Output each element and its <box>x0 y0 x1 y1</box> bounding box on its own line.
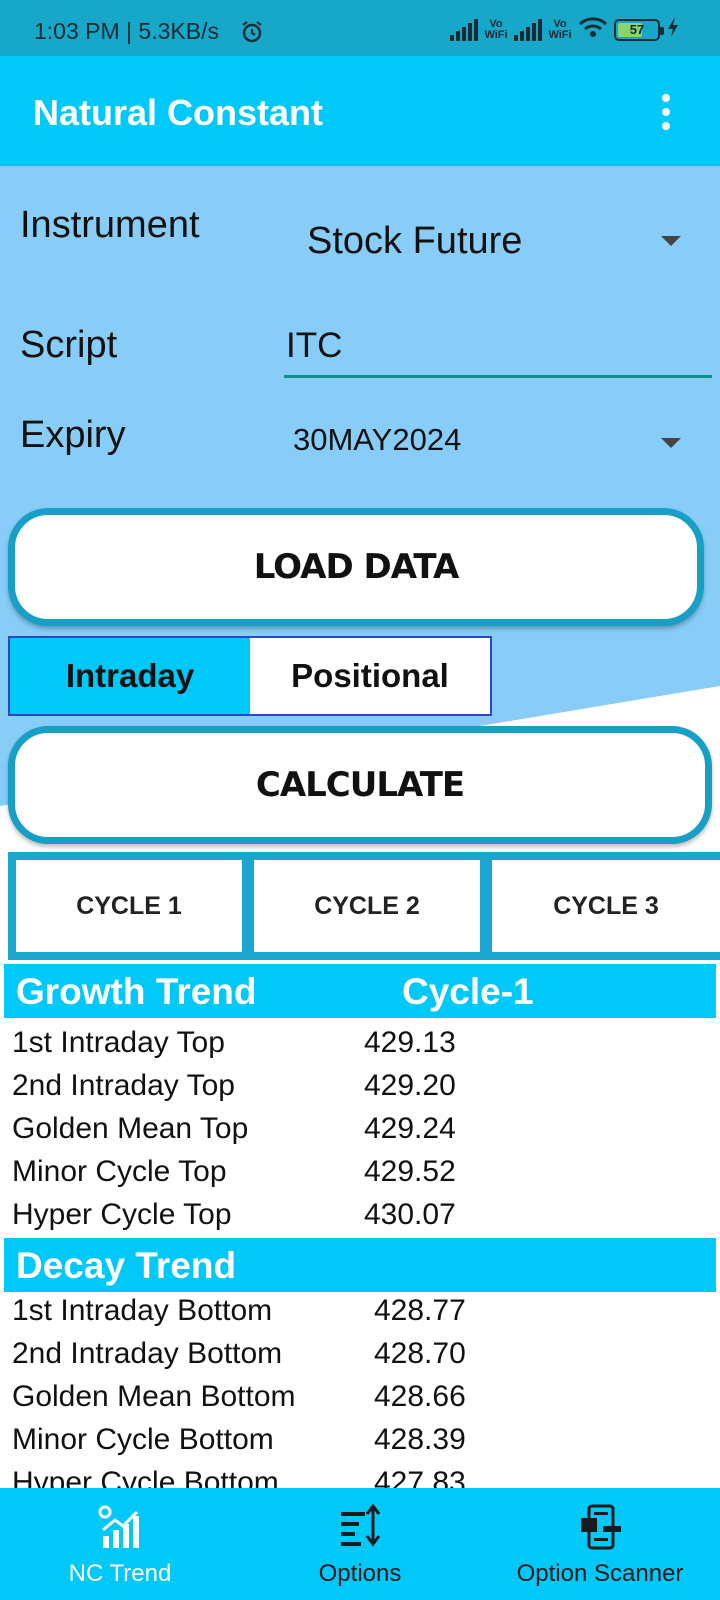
scanner-icon <box>581 1504 621 1550</box>
charging-icon <box>666 16 680 43</box>
decay-trend-title: Decay Trend <box>16 1245 237 1286</box>
signal-icon <box>450 18 478 41</box>
tab-intraday[interactable]: Intraday <box>10 638 250 714</box>
row-value: 430.07 <box>364 1198 456 1231</box>
load-data-button[interactable]: LOAD DATA <box>8 508 704 626</box>
row-label: Golden Mean Top <box>12 1112 249 1145</box>
vowifi-label-2: Vo WiFi <box>548 17 572 41</box>
overflow-menu-icon[interactable] <box>656 94 676 130</box>
status-time: 1:03 PM | 5.3KB/s <box>34 18 219 44</box>
nav-option-scanner[interactable]: Option Scanner <box>480 1488 720 1600</box>
trend-chart-icon <box>98 1505 139 1548</box>
status-icons: Vo WiFi Vo WiFi 57 <box>450 16 680 43</box>
row-label: 1st Intraday Top <box>12 1026 225 1059</box>
list-item: 1st Intraday Bottom 428.77 <box>12 1294 712 1336</box>
cycle-label: Cycle-1 <box>402 971 534 1012</box>
tab-cycle-2[interactable]: CYCLE 2 <box>254 860 480 952</box>
list-item: Golden Mean Bottom 428.66 <box>12 1380 712 1422</box>
row-value: 428.39 <box>374 1423 466 1456</box>
tab-cycle-3[interactable]: CYCLE 3 <box>492 860 720 952</box>
nav-options[interactable]: Options <box>240 1488 480 1600</box>
row-value: 429.24 <box>364 1112 456 1145</box>
cycle-tabs: CYCLE 1 CYCLE 2 CYCLE 3 <box>8 852 720 960</box>
row-value: 429.52 <box>364 1155 456 1188</box>
row-value: 428.77 <box>374 1294 466 1327</box>
decay-trend-header: Decay Trend <box>4 1238 716 1292</box>
chevron-down-icon <box>661 438 681 448</box>
expiry-dropdown[interactable]: 30MAY2024 <box>290 410 710 474</box>
growth-trend-title: Growth Trend <box>16 971 257 1012</box>
row-value: 429.20 <box>364 1069 456 1102</box>
nav-label: Option Scanner <box>516 1560 684 1587</box>
battery-icon: 57 <box>614 18 664 41</box>
row-label: Golden Mean Bottom <box>12 1380 296 1413</box>
wifi-icon <box>578 16 608 43</box>
app-title: Natural Constant <box>33 92 324 133</box>
row-value: 428.66 <box>374 1380 466 1413</box>
alarm-icon <box>240 20 264 49</box>
row-label: 1st Intraday Bottom <box>12 1294 273 1327</box>
row-value: 428.70 <box>374 1337 466 1370</box>
row-label: Minor Cycle Bottom <box>12 1423 274 1456</box>
nav-label: Options <box>318 1560 402 1587</box>
list-item: Minor Cycle Top 429.52 <box>12 1155 712 1197</box>
chevron-down-icon <box>661 236 681 246</box>
vowifi-label-1: Vo WiFi <box>484 17 508 41</box>
instrument-label: Instrument <box>20 204 200 246</box>
expiry-value: 30MAY2024 <box>293 422 462 457</box>
instrument-value: Stock Future <box>307 220 523 262</box>
row-label: 2nd Intraday Bottom <box>12 1337 283 1370</box>
options-sort-icon <box>341 1504 381 1547</box>
signal-icon-2 <box>514 18 542 41</box>
calculate-button[interactable]: CALCULATE <box>8 726 712 844</box>
nav-nc-trend[interactable]: NC Trend <box>0 1488 240 1600</box>
script-label: Script <box>20 324 118 366</box>
nav-label: NC Trend <box>68 1560 172 1587</box>
script-input[interactable]: ITC <box>284 320 712 378</box>
expiry-label: Expiry <box>20 414 126 456</box>
list-item: Minor Cycle Bottom 428.39 <box>12 1423 712 1465</box>
growth-trend-header: Growth Trend Cycle-1 <box>4 964 716 1018</box>
tab-positional[interactable]: Positional <box>250 638 490 714</box>
list-item: 2nd Intraday Bottom 428.70 <box>12 1337 712 1379</box>
tab-cycle-1[interactable]: CYCLE 1 <box>16 860 242 952</box>
list-item: 2nd Intraday Top 429.20 <box>12 1069 712 1111</box>
row-label: 2nd Intraday Top <box>12 1069 235 1102</box>
row-value: 429.13 <box>364 1026 456 1059</box>
battery-percent: 57 <box>629 22 645 37</box>
row-label: Hyper Cycle Top <box>12 1198 232 1231</box>
app-bar: Natural Constant <box>0 56 720 166</box>
instrument-dropdown[interactable]: Stock Future <box>290 206 710 276</box>
list-item: 1st Intraday Top 429.13 <box>12 1026 712 1068</box>
list-item: Golden Mean Top 429.24 <box>12 1112 712 1154</box>
status-bar: 1:03 PM | 5.3KB/s Vo WiFi Vo WiFi 57 <box>0 0 720 56</box>
mode-tabs: Intraday Positional <box>8 636 492 716</box>
list-item: Hyper Cycle Top 430.07 <box>12 1198 712 1240</box>
bottom-navigation: NC Trend Options Option Scanner <box>0 1488 720 1600</box>
row-label: Minor Cycle Top <box>12 1155 227 1188</box>
